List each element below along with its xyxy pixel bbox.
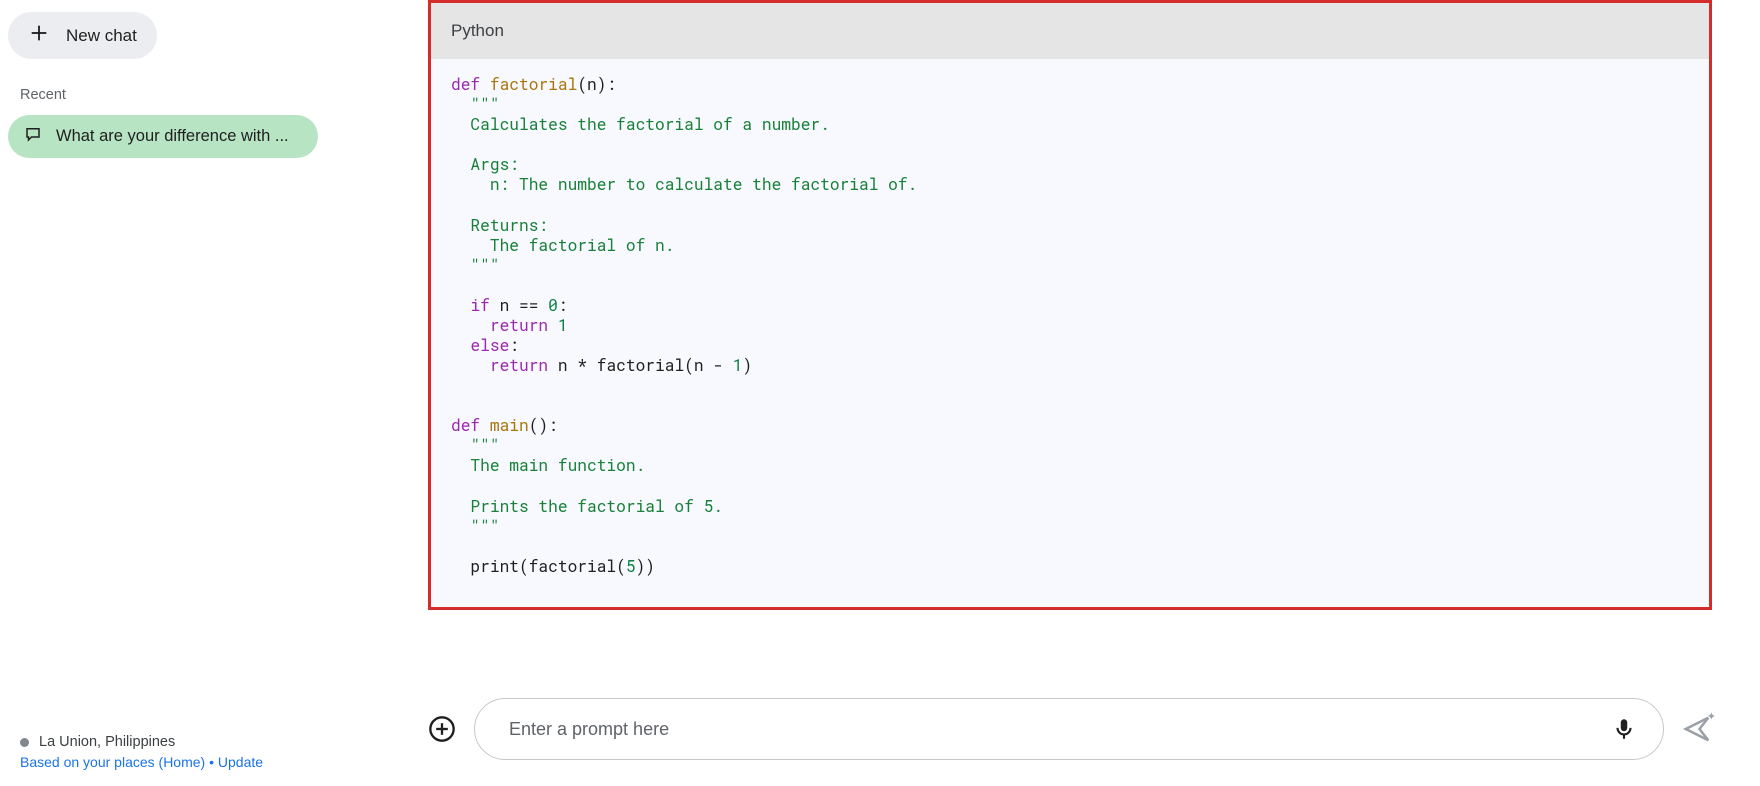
location-subtext[interactable]: Based on your places (Home) • Update bbox=[20, 754, 324, 770]
new-chat-button[interactable]: New chat bbox=[8, 12, 157, 59]
main-area: Python def factorial(n): """ Calculates … bbox=[344, 0, 1760, 786]
prompt-input[interactable] bbox=[509, 719, 1611, 740]
prompt-bar: ✦ bbox=[344, 698, 1760, 760]
response-area: Python def factorial(n): """ Calculates … bbox=[384, 0, 1720, 786]
sparkle-icon: ✦ bbox=[1707, 710, 1716, 723]
location-dot-icon bbox=[20, 738, 29, 747]
add-attachment-button[interactable] bbox=[428, 715, 456, 743]
chat-history-label: What are your difference with ... bbox=[56, 127, 289, 146]
code-language-label: Python bbox=[431, 3, 1709, 59]
microphone-button[interactable] bbox=[1611, 716, 1637, 742]
location-text: La Union, Philippines bbox=[39, 734, 175, 750]
new-chat-label: New chat bbox=[66, 26, 137, 46]
location-row: La Union, Philippines bbox=[20, 734, 324, 750]
prompt-container[interactable] bbox=[474, 698, 1664, 760]
code-block: Python def factorial(n): """ Calculates … bbox=[428, 0, 1712, 610]
sidebar: New chat Recent What are your difference… bbox=[0, 0, 344, 786]
send-button[interactable]: ✦ bbox=[1682, 714, 1712, 744]
chat-history-item[interactable]: What are your difference with ... bbox=[8, 115, 318, 158]
code-content[interactable]: def factorial(n): """ Calculates the fac… bbox=[431, 59, 1709, 593]
sidebar-footer: La Union, Philippines Based on your plac… bbox=[8, 734, 336, 774]
chat-bubble-icon bbox=[24, 125, 42, 148]
recent-heading: Recent bbox=[8, 87, 336, 115]
plus-icon bbox=[28, 22, 50, 49]
